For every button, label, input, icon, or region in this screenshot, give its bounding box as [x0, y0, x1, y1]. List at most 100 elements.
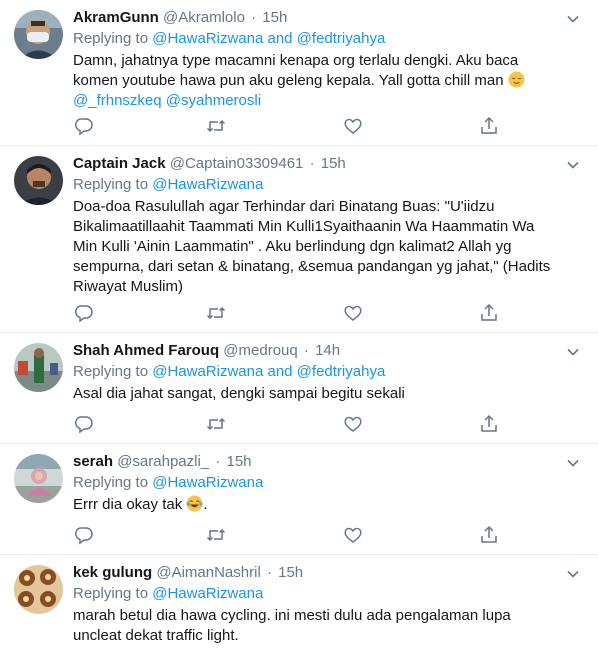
separator-dot: · [309, 155, 315, 172]
avatar[interactable] [14, 10, 63, 59]
tweet-text: Asal dia jahat sangat, dengki sampai beg… [73, 385, 405, 402]
display-name[interactable]: kek gulung [73, 564, 152, 581]
tweet-content: kek gulung @AimanNashril · 15h Replying … [73, 564, 558, 646]
like-button[interactable] [343, 303, 363, 323]
tears-of-joy-face-icon [186, 495, 203, 512]
tweet-actions [73, 303, 503, 323]
separator-dot: · [215, 453, 221, 470]
timestamp[interactable]: 15h [278, 564, 303, 581]
chevron-down-icon[interactable] [566, 345, 580, 359]
display-name[interactable]: serah [73, 453, 113, 470]
replying-mentions[interactable]: @HawaRizwana [152, 176, 263, 193]
tweet-header: Captain Jack @Captain03309461 · 15h [73, 155, 558, 173]
tweet-header: AkramGunn @Akramlolo · 15h [73, 9, 558, 27]
like-icon [344, 527, 362, 543]
like-button[interactable] [343, 414, 363, 434]
share-button[interactable] [479, 303, 499, 323]
timestamp[interactable]: 15h [321, 155, 346, 172]
share-icon [481, 303, 497, 321]
share-icon [481, 414, 497, 432]
replying-prefix: Replying to [73, 474, 149, 491]
tweet-actions [73, 414, 503, 434]
reply-button[interactable] [74, 414, 94, 434]
tweet[interactable]: serah @sarahpazli_ · 15h Replying to @Ha… [0, 444, 598, 555]
share-button[interactable] [479, 525, 499, 545]
avatar[interactable] [14, 343, 63, 392]
chevron-down-icon[interactable] [566, 567, 580, 581]
tweet-content: Shah Ahmed Farouq @medrouq · 14h Replyin… [73, 342, 558, 404]
chevron-down-icon[interactable] [566, 456, 580, 470]
mention-link[interactable]: @_frhnszkeq [73, 92, 162, 109]
share-icon [481, 525, 497, 543]
tweet-content: serah @sarahpazli_ · 15h Replying to @Ha… [73, 453, 558, 515]
like-icon [344, 305, 362, 321]
retweet-icon [206, 119, 226, 133]
replying-prefix: Replying to [73, 176, 149, 193]
share-button[interactable] [479, 116, 499, 136]
tweet-text: Doa-doa Rasulullah agar Terhindar dari B… [73, 198, 551, 295]
tweet-text: Errr dia okay tak . [73, 495, 558, 515]
replying-prefix: Replying to [73, 30, 149, 47]
tweet-header: kek gulung @AimanNashril · 15h [73, 564, 558, 582]
replying-prefix: Replying to [73, 363, 149, 380]
timestamp[interactable]: 15h [227, 453, 252, 470]
replying-to: Replying to @HawaRizwana [73, 584, 558, 604]
reply-icon [74, 527, 93, 545]
display-name[interactable]: Captain Jack [73, 155, 166, 172]
mention-link[interactable]: @syahmerosli [166, 92, 261, 109]
tweet-header: serah @sarahpazli_ · 15h [73, 453, 558, 471]
username[interactable]: @Captain03309461 [170, 155, 304, 172]
like-button[interactable] [343, 525, 363, 545]
reply-button[interactable] [74, 303, 94, 323]
like-button[interactable] [343, 116, 363, 136]
avatar[interactable] [14, 454, 63, 503]
replying-mentions[interactable]: @HawaRizwana and @fedtriyahya [152, 30, 385, 47]
like-icon [344, 118, 362, 134]
username[interactable]: @sarahpazli_ [117, 453, 209, 470]
tweet[interactable]: AkramGunn @Akramlolo · 15h Replying to @… [0, 0, 598, 146]
retweet-icon [206, 417, 226, 431]
tweet-content: Captain Jack @Captain03309461 · 15h Repl… [73, 155, 558, 297]
reply-button[interactable] [74, 116, 94, 136]
tweet[interactable]: Captain Jack @Captain03309461 · 15h Repl… [0, 146, 598, 333]
retweet-button[interactable] [206, 525, 226, 545]
retweet-button[interactable] [206, 414, 226, 434]
retweet-button[interactable] [206, 116, 226, 136]
replying-prefix: Replying to [73, 585, 149, 602]
username[interactable]: @medrouq [223, 342, 297, 359]
tweet-header: Shah Ahmed Farouq @medrouq · 14h [73, 342, 558, 360]
tweet-text-end: . [203, 496, 208, 513]
timestamp[interactable]: 14h [315, 342, 340, 359]
username[interactable]: @Akramlolo [163, 9, 245, 26]
reply-thread: AkramGunn @Akramlolo · 15h Replying to @… [0, 0, 598, 660]
replying-to: Replying to @HawaRizwana [73, 175, 558, 195]
chevron-down-icon[interactable] [566, 158, 580, 172]
avatar[interactable] [14, 156, 63, 205]
share-icon [481, 116, 497, 134]
tweet-text-body: Damn, jahatnya type macamni kenapa org t… [73, 52, 519, 89]
chevron-down-icon[interactable] [566, 12, 580, 26]
reply-button[interactable] [74, 525, 94, 545]
tweet[interactable]: Shah Ahmed Farouq @medrouq · 14h Replyin… [0, 333, 598, 444]
timestamp[interactable]: 15h [262, 9, 287, 26]
reply-icon [74, 416, 93, 434]
tweet-text: Damn, jahatnya type macamni kenapa org t… [73, 51, 558, 111]
display-name[interactable]: Shah Ahmed Farouq [73, 342, 219, 359]
tweet[interactable]: kek gulung @AimanNashril · 15h Replying … [0, 555, 598, 660]
replying-mentions[interactable]: @HawaRizwana [152, 585, 263, 602]
replying-to: Replying to @HawaRizwana and @fedtriyahy… [73, 29, 558, 49]
relieved-face-icon [508, 71, 525, 88]
reply-icon [74, 305, 93, 323]
username[interactable]: @AimanNashril [156, 564, 260, 581]
retweet-button[interactable] [206, 303, 226, 323]
separator-dot: · [251, 9, 257, 26]
replying-mentions[interactable]: @HawaRizwana and @fedtriyahya [152, 363, 385, 380]
display-name[interactable]: AkramGunn [73, 9, 159, 26]
separator-dot: · [303, 342, 309, 359]
avatar[interactable] [14, 565, 63, 614]
retweet-icon [206, 528, 226, 542]
reply-icon [74, 118, 93, 136]
replying-mentions[interactable]: @HawaRizwana [152, 474, 263, 491]
tweet-actions [73, 525, 503, 545]
share-button[interactable] [479, 414, 499, 434]
